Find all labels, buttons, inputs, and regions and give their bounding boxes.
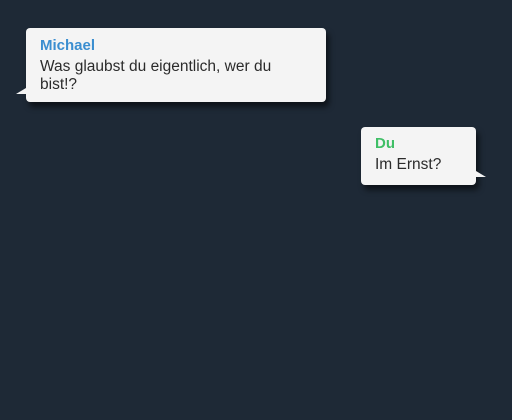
chat-area: Michael Was glaubst du eigentlich, wer d… [0,0,512,420]
message-text: Was glaubst du eigentlich, wer du bist!? [40,58,272,93]
message-text: Im Ernst? [375,156,442,173]
bubble-tail [16,88,26,94]
bubble-tail [476,171,486,177]
message-bubble-incoming: Michael Was glaubst du eigentlich, wer d… [16,28,326,102]
message-bubble-outgoing: Du Im Ernst? [361,127,486,185]
message-sender: Du [375,135,395,152]
message-sender: Michael [40,37,96,54]
